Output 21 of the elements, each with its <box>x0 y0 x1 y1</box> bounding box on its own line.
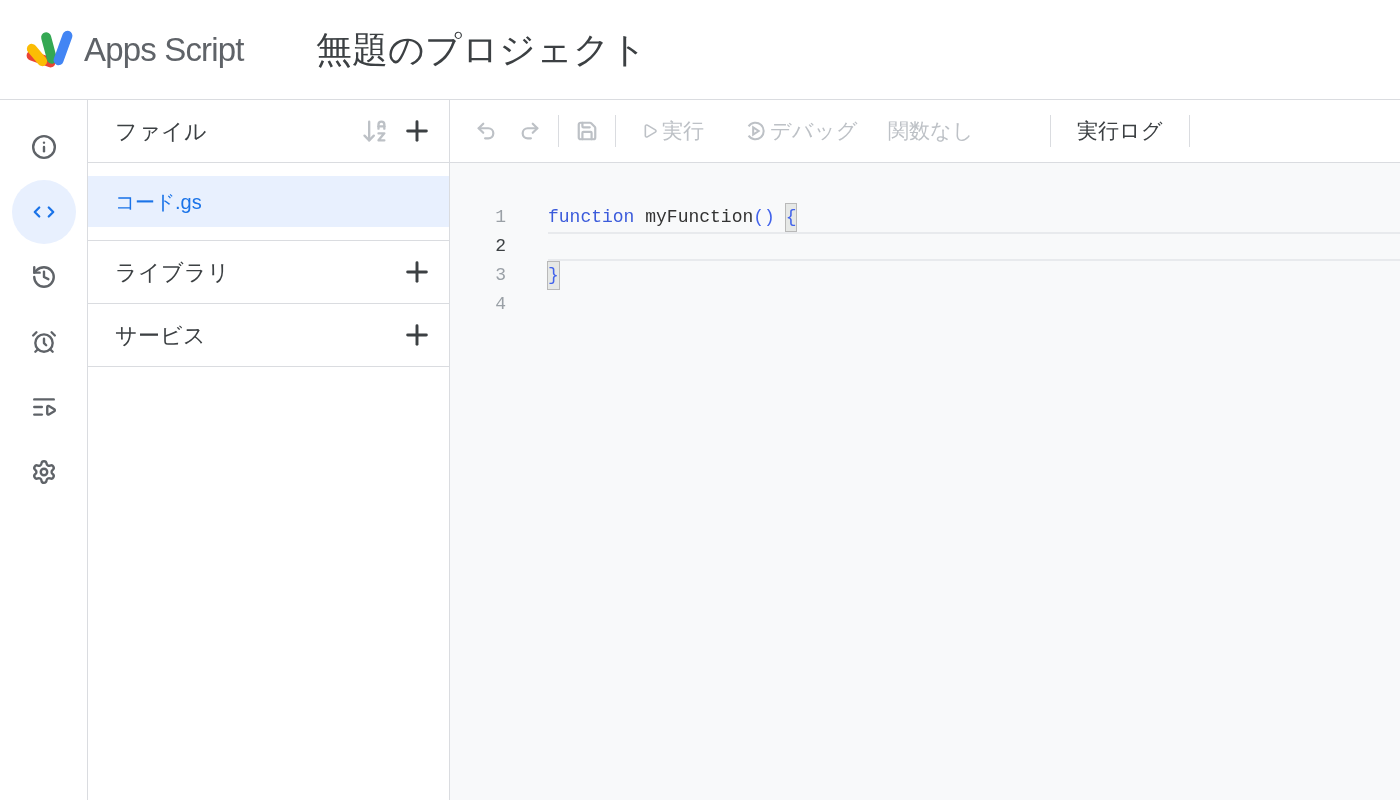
files-heading: ファイル <box>115 117 208 146</box>
section-heading: ライブラリ <box>115 258 231 287</box>
code-line: function myFunction() { <box>548 203 1400 232</box>
file-item[interactable]: コード.gs <box>88 176 449 227</box>
settings-icon <box>30 459 57 485</box>
history-icon <box>30 264 57 290</box>
redo-icon <box>519 120 541 142</box>
line-number: 2 <box>494 235 506 258</box>
info-icon <box>30 134 57 160</box>
undo-icon <box>475 120 497 142</box>
save-icon <box>576 120 598 142</box>
line-number: 4 <box>494 293 506 316</box>
play-icon <box>642 123 658 139</box>
alarm-clock-icon <box>30 329 57 355</box>
project-title[interactable]: 無題のプロジェクト <box>316 22 647 77</box>
line-number: 1 <box>494 206 506 229</box>
product-name: Apps Script <box>84 29 244 70</box>
line-number: 3 <box>494 264 506 287</box>
code-line: } <box>548 261 1400 290</box>
section-heading: サービス <box>115 321 207 350</box>
execution-log-button[interactable]: 実行ログ <box>1063 115 1177 147</box>
